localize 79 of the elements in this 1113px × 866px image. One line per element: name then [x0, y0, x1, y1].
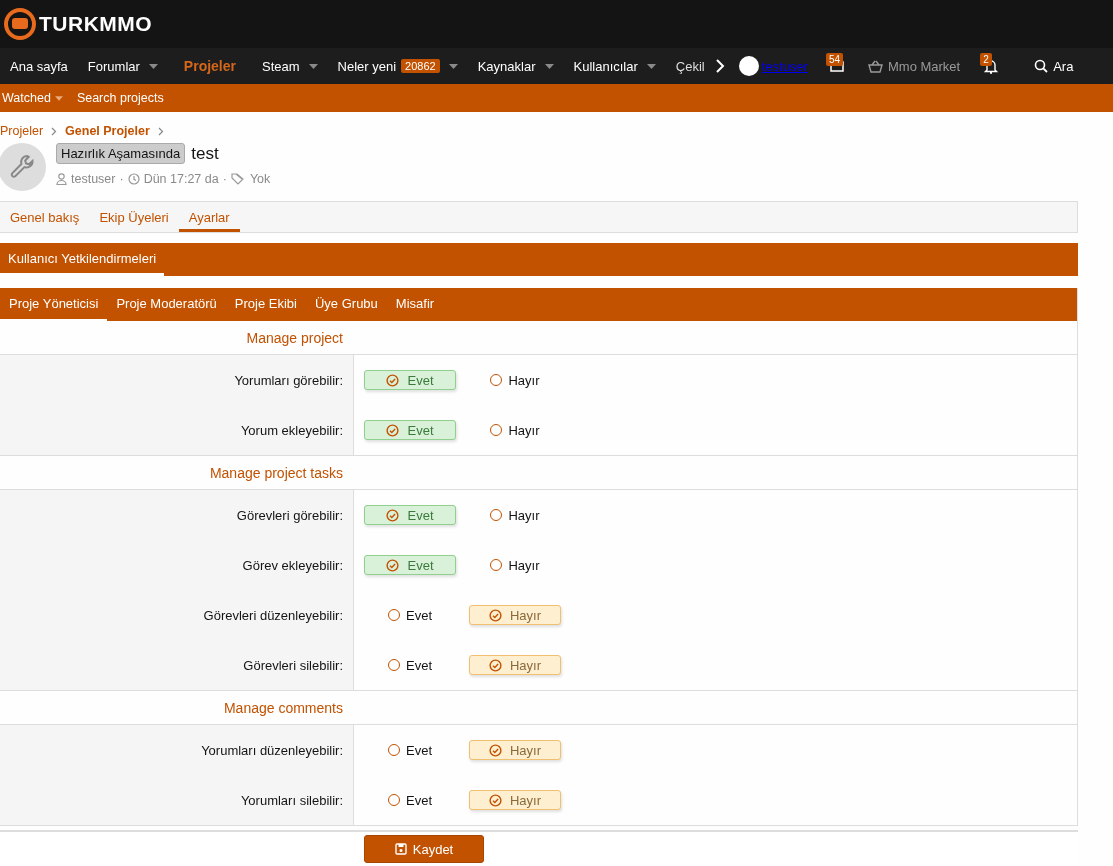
permission-label: Yorum ekleyebilir:: [240, 422, 343, 438]
radio-option[interactable]: Evet: [388, 607, 432, 623]
count-badge: 20862: [401, 59, 440, 73]
project-title: test: [191, 143, 219, 164]
group-heading: Manage comments: [222, 699, 343, 716]
check-circle-icon: [488, 743, 502, 757]
check-circle-icon: [386, 558, 400, 572]
section-tab[interactable]: Kullanıcı Yetkilendirmeleri: [0, 243, 165, 276]
subnav-link[interactable]: Watched: [2, 91, 63, 105]
check-circle-icon: [386, 373, 400, 387]
nav-item[interactable]: Forumlar: [77, 48, 168, 84]
radio-option[interactable]: Hayır: [490, 507, 540, 523]
selected-option[interactable]: Hayır: [469, 605, 561, 625]
user-icon: [56, 173, 67, 185]
group-heading: Manage project tasks: [208, 464, 343, 481]
permission-label: Yorumları görebilir:: [234, 372, 343, 388]
nav-item[interactable]: Kaynaklar: [467, 48, 564, 84]
nav-item[interactable]: Projeler: [167, 48, 252, 84]
permission-label: Görev ekleyebilir:: [242, 557, 343, 573]
nav-item[interactable]: Ana sayfa: [0, 48, 78, 84]
nav-item[interactable]: Çekil: [665, 48, 711, 84]
check-circle-icon: [488, 793, 502, 807]
role-tab[interactable]: Proje Yöneticisi: [0, 288, 108, 321]
tab[interactable]: Genel bakış: [0, 205, 90, 232]
permission-label: Görevleri görebilir:: [236, 507, 343, 523]
author-name[interactable]: testuser: [71, 172, 116, 186]
radio-option[interactable]: Hayır: [490, 372, 540, 388]
role-tab[interactable]: Proje Moderatörü: [107, 288, 226, 321]
wrench-avatar: [0, 143, 46, 191]
selected-option[interactable]: Evet: [364, 505, 456, 525]
status-label: Hazırlık Aşamasında: [56, 143, 186, 164]
check-circle-icon: [488, 658, 502, 672]
permission-label: Görevleri düzenleyebilir:: [203, 607, 343, 623]
separator-dot: ·: [222, 172, 227, 186]
clock-icon: [127, 173, 140, 185]
count-badge: 2: [980, 53, 992, 66]
count-badge: 54: [825, 53, 844, 66]
post-time: Dün 17:27 da: [143, 172, 219, 186]
subnav-link[interactable]: Search projects: [76, 91, 164, 105]
radio-option[interactable]: Hayır: [490, 422, 540, 438]
market-link[interactable]: Mmo Market: [855, 48, 973, 84]
permission-label: Görevleri silebilir:: [243, 657, 343, 673]
role-tab[interactable]: Proje Ekibi: [225, 288, 306, 321]
check-circle-icon: [386, 508, 400, 522]
tag-icon: [230, 173, 246, 185]
chevron-right-icon: [51, 126, 58, 136]
selected-option[interactable]: Hayır: [469, 790, 561, 810]
selected-option[interactable]: Evet: [364, 370, 456, 390]
permission-label: Yorumları düzenleyebilir:: [201, 742, 343, 758]
search-icon: [1034, 59, 1049, 73]
check-circle-icon: [386, 423, 400, 437]
breadcrumb-link[interactable]: Genel Projeler: [65, 124, 150, 138]
breadcrumb-link[interactable]: Projeler: [0, 124, 44, 138]
save-button[interactable]: Kaydet: [364, 835, 484, 863]
basket-icon: [867, 59, 883, 73]
selected-option[interactable]: Evet: [364, 555, 456, 575]
nav-item[interactable]: Kullanıcılar: [563, 48, 666, 84]
permission-label: Yorumları silebilir:: [240, 792, 343, 808]
selected-option[interactable]: Hayır: [469, 740, 561, 760]
role-tab[interactable]: Üye Grubu: [305, 288, 387, 321]
group-heading: Manage project: [245, 329, 343, 346]
nav-item[interactable]: Steam: [252, 48, 328, 84]
tab[interactable]: Ayarlar: [178, 205, 240, 232]
role-tab[interactable]: Misafir: [386, 288, 444, 321]
site-logo[interactable]: TURKMMO: [4, 8, 153, 40]
nav-item[interactable]: Neler yeni 20862: [327, 48, 468, 84]
chevron-right-icon[interactable]: [714, 58, 725, 74]
selected-option[interactable]: Hayır: [469, 655, 561, 675]
separator-dot: ·: [119, 172, 124, 186]
radio-option[interactable]: Evet: [388, 742, 432, 758]
radio-option[interactable]: Evet: [388, 657, 432, 673]
search-button[interactable]: Ara: [1010, 48, 1086, 84]
chevron-right-icon: [157, 126, 164, 136]
check-circle-icon: [488, 608, 502, 622]
tags-value: Yok: [249, 172, 271, 186]
radio-option[interactable]: Hayır: [490, 557, 540, 573]
selected-option[interactable]: Evet: [364, 420, 456, 440]
radio-option[interactable]: Evet: [388, 792, 432, 808]
tab[interactable]: Ekip Üyeleri: [89, 205, 179, 232]
